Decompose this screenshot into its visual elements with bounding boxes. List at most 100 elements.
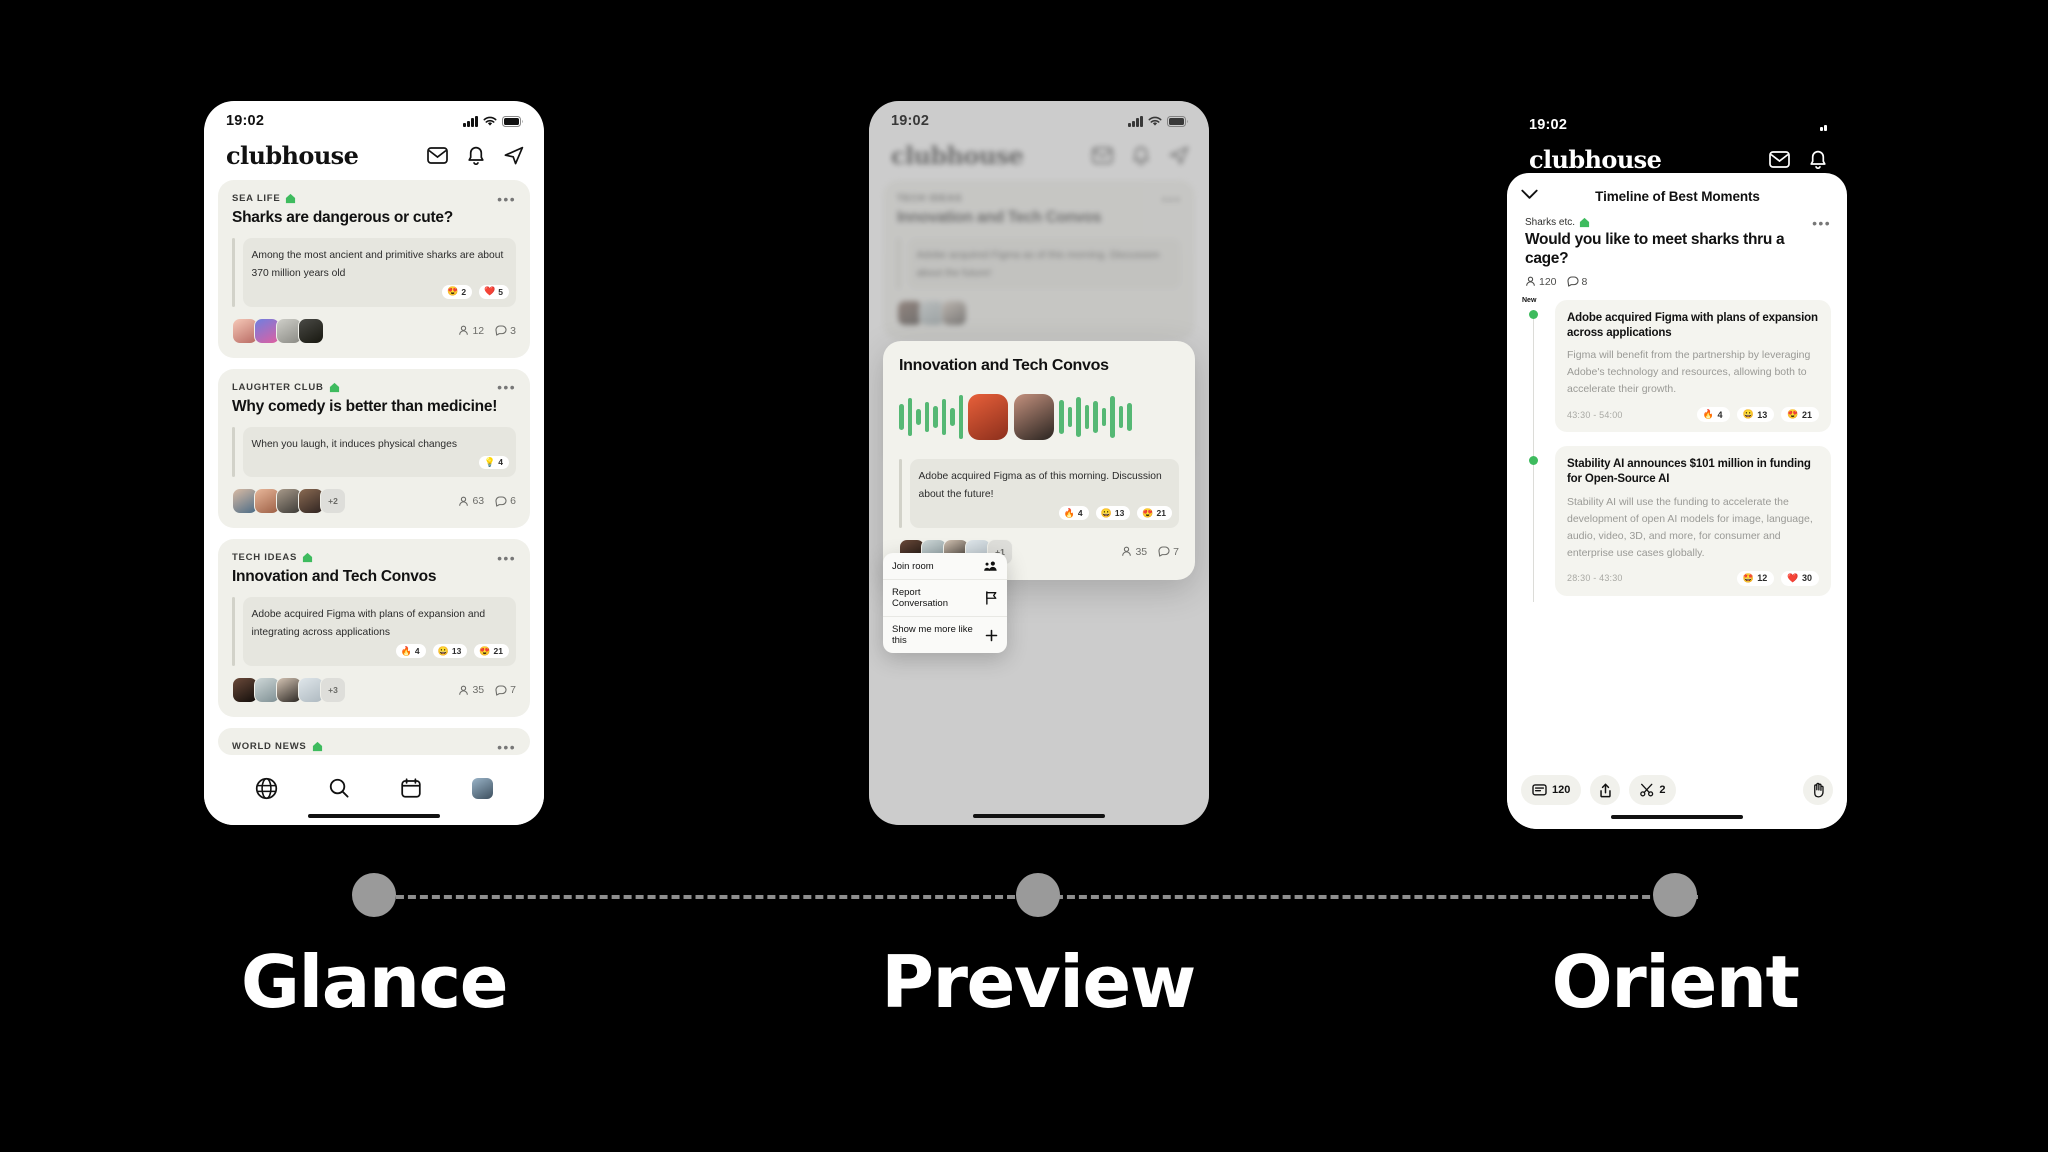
reaction-pill[interactable]: 😍 21 xyxy=(1137,506,1172,520)
chat-bubble-icon xyxy=(495,325,507,336)
reaction-pill[interactable]: 😀 13 xyxy=(432,644,468,659)
timeline-item[interactable]: Stability AI announces $101 million in f… xyxy=(1528,446,1831,596)
share-action[interactable] xyxy=(1590,775,1621,805)
reaction-pill[interactable]: 🔥 4 xyxy=(395,644,426,659)
reaction-pill[interactable]: ❤️ 5 xyxy=(479,284,509,299)
card-stats: 63 6 xyxy=(458,495,516,507)
reaction-pill[interactable]: 😀 13 xyxy=(1095,506,1131,520)
reaction-pill[interactable]: 😍 21 xyxy=(1781,407,1819,423)
room-preview-modal[interactable]: Innovation and Tech Convos Adobe acquire… xyxy=(883,341,1195,580)
hand-icon xyxy=(1813,782,1824,798)
bell-icon[interactable] xyxy=(467,146,485,165)
tab-search[interactable] xyxy=(328,777,350,799)
context-menu[interactable]: Join room Report Conversation Show me mo… xyxy=(883,553,1007,653)
menu-item-report-conversation[interactable]: Report Conversation xyxy=(883,580,1007,617)
avatar-overflow: +3 xyxy=(320,677,346,704)
chat-bubble-icon xyxy=(1158,546,1170,557)
quote-bar xyxy=(232,237,235,307)
reaction-pill[interactable]: 😀 13 xyxy=(1736,407,1775,423)
stage-node-orient[interactable] xyxy=(1653,873,1697,917)
avatar-stack[interactable]: +2 xyxy=(232,488,346,515)
feed-card-tech-ideas[interactable]: TECH IDEAS ••• Innovation and Tech Convo… xyxy=(218,539,530,718)
mail-icon[interactable] xyxy=(1769,151,1790,168)
speaker-avatar[interactable] xyxy=(1014,394,1054,440)
clubhouse-logo: clubhouse xyxy=(1529,145,1662,174)
home-indicator xyxy=(1611,814,1743,819)
tab-calendar[interactable] xyxy=(400,777,422,799)
signal-icon xyxy=(463,115,478,127)
home-indicator xyxy=(973,813,1105,818)
person-icon xyxy=(459,685,469,695)
card-more-button[interactable]: ••• xyxy=(497,192,516,206)
comments-action[interactable]: 120 xyxy=(1521,775,1582,805)
person-icon xyxy=(1122,546,1132,557)
status-time: 19:02 xyxy=(226,113,265,129)
card-title: Sharks are dangerous or cute? xyxy=(232,209,454,226)
reaction-pill[interactable]: 🤩 12 xyxy=(1736,570,1775,586)
stage-label-glance: Glance xyxy=(240,940,509,1024)
reaction-pill[interactable]: 🔥 4 xyxy=(1058,506,1089,520)
card-stats: 12 3 xyxy=(458,325,516,337)
reaction-pill[interactable]: 😍 21 xyxy=(474,644,509,659)
stage-node-preview[interactable] xyxy=(1016,873,1060,917)
menu-item-join-room[interactable]: Join room xyxy=(883,553,1007,580)
tab-home[interactable] xyxy=(255,777,278,800)
timeline-title: Stability AI announces $101 million in f… xyxy=(1567,458,1811,486)
reaction-pill[interactable]: 😍 2 xyxy=(442,284,473,299)
reaction-pill[interactable]: ❤️ 30 xyxy=(1781,570,1819,586)
avatar-stack[interactable] xyxy=(232,317,324,344)
feed-card-sea-life[interactable]: SEA LIFE ••• Sharks are dangerous or cut… xyxy=(218,180,530,358)
menu-item-show-more-like-this[interactable]: Show me more like this xyxy=(883,617,1007,653)
avatar-stack[interactable]: +3 xyxy=(232,677,346,704)
feed-card-laughter-club[interactable]: LAUGHTER CLUB ••• Why comedy is better t… xyxy=(218,368,530,529)
timeline-item[interactable]: New Adobe acquired Figma with plans of e… xyxy=(1522,297,1831,433)
speaker-avatar[interactable] xyxy=(968,394,1008,440)
wifi-icon xyxy=(483,116,497,127)
card-stats: 35 7 xyxy=(458,684,516,696)
reaction-pill[interactable]: 💡 4 xyxy=(479,455,509,470)
action-bar[interactable]: 120 2 xyxy=(1507,765,1847,829)
house-icon xyxy=(312,742,322,752)
card-more-button[interactable]: ••• xyxy=(497,740,516,754)
chat-bubble-icon xyxy=(1566,276,1579,287)
tab-profile[interactable] xyxy=(472,777,493,799)
room-header: Sharks etc. ••• xyxy=(1525,216,1831,230)
app-header: clubhouse xyxy=(204,135,544,180)
plus-icon xyxy=(985,629,998,641)
status-time: 19:02 xyxy=(1529,117,1568,133)
collapse-chevron-down-icon[interactable] xyxy=(1521,187,1538,205)
avatar-overflow: +2 xyxy=(320,488,346,515)
modal-title: Innovation and Tech Convos xyxy=(899,357,1109,374)
card-more-button[interactable]: ••• xyxy=(497,380,516,394)
feed-card-world-news[interactable]: WORLD NEWS ••• xyxy=(218,728,530,756)
audio-waveform xyxy=(899,387,1179,447)
quote-bar xyxy=(232,597,235,667)
chat-icon xyxy=(1532,783,1547,795)
reaction-pill[interactable]: 🔥 4 xyxy=(1696,407,1730,423)
clip-action[interactable]: 2 xyxy=(1629,775,1677,805)
room-more-button[interactable]: ••• xyxy=(1812,216,1831,230)
avatar xyxy=(298,317,324,344)
bell-icon[interactable] xyxy=(1809,150,1827,169)
mail-icon[interactable] xyxy=(427,147,448,164)
status-indicators xyxy=(1820,120,1827,131)
signal-icon xyxy=(1820,120,1827,131)
listener-count: 120 xyxy=(1525,276,1557,288)
card-club-label: SEA LIFE xyxy=(232,193,296,204)
feed-list[interactable]: SEA LIFE ••• Sharks are dangerous or cut… xyxy=(204,180,544,756)
card-more-button[interactable]: ••• xyxy=(497,551,516,565)
modal-quote: Adobe acquired Figma as of this morning.… xyxy=(899,459,1179,528)
person-icon xyxy=(1526,276,1535,287)
card-club-label: WORLD NEWS xyxy=(232,741,323,752)
flag-icon xyxy=(986,591,997,605)
new-badge: New xyxy=(1522,296,1537,304)
send-icon[interactable] xyxy=(504,146,524,165)
stage-node-glance[interactable] xyxy=(352,873,396,917)
house-icon xyxy=(302,553,313,563)
card-club-label: TECH IDEAS xyxy=(232,552,313,563)
room-stats: 120 8 xyxy=(1525,276,1831,288)
person-icon xyxy=(459,325,469,336)
raise-hand-action[interactable] xyxy=(1803,775,1833,805)
person-icon xyxy=(459,496,469,506)
timeline-description: Figma will benefit from the partnership … xyxy=(1567,349,1811,396)
